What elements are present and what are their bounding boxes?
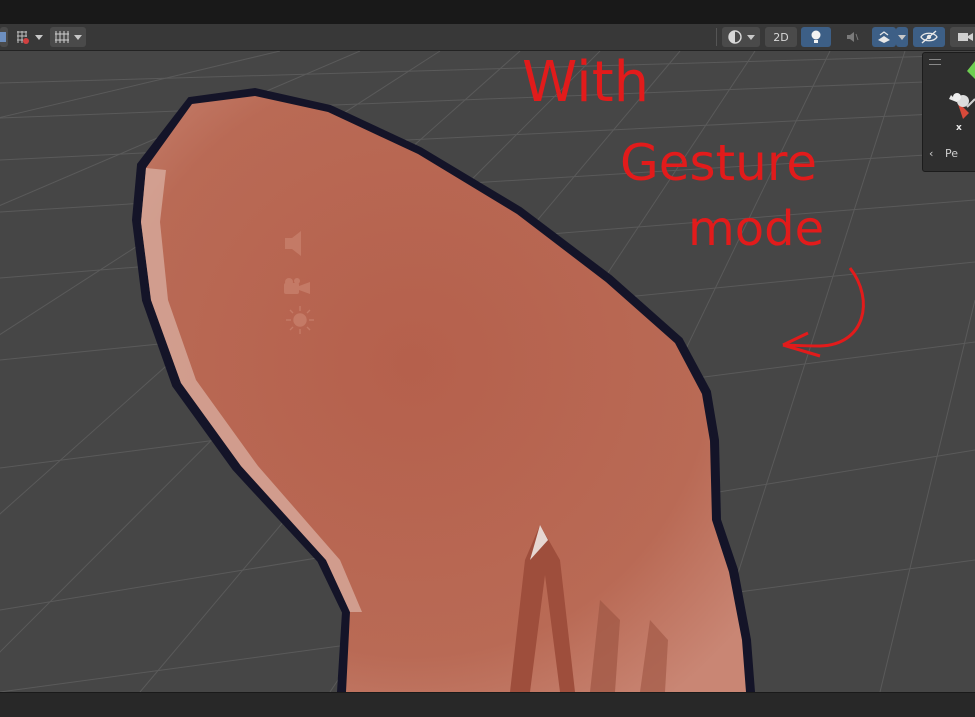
scene-effects-dropdown[interactable]	[896, 27, 908, 47]
grid-snap-icon	[17, 31, 29, 44]
annotation-arrow	[782, 267, 865, 358]
tool-move-button[interactable]	[0, 27, 8, 47]
annotation-line-2: Gesture	[620, 134, 817, 192]
view-2d-button[interactable]: 2D	[765, 27, 797, 47]
toolbar-separator	[716, 28, 717, 46]
hidden-objects-toggle[interactable]	[913, 27, 945, 47]
annotation-line-3: mode	[688, 201, 824, 257]
orientation-gizmo[interactable]: x ‹ Pe	[922, 52, 975, 172]
axis-gizmo-icon[interactable]	[923, 57, 975, 137]
editor-title-bar	[0, 0, 975, 25]
grid-snap-button[interactable]	[12, 27, 32, 47]
gizmo-axis-x-label: x	[956, 123, 962, 133]
annotation-line-1: With	[522, 51, 649, 115]
lighting-icon	[811, 30, 821, 43]
grid-icon	[55, 31, 69, 43]
scene-audio-button[interactable]	[837, 27, 867, 47]
camera-icon	[958, 33, 973, 41]
shading-mode-icon	[728, 30, 742, 44]
view-2d-label: 2D	[773, 30, 789, 44]
projection-chevron-icon[interactable]: ‹	[929, 147, 933, 160]
hidden-toggle-icon	[920, 30, 938, 44]
scene-camera-button[interactable]	[950, 27, 975, 47]
scene-lighting-button[interactable]	[801, 27, 831, 47]
grid-snap-dropdown[interactable]	[34, 27, 44, 47]
scene-viewport[interactable]: With Gesture mode	[0, 51, 975, 692]
tool-move-icon	[0, 32, 6, 42]
scene-toolbar: 2D	[0, 24, 975, 51]
handwritten-annotation: With Gesture mode	[522, 51, 865, 358]
status-bar	[0, 692, 975, 717]
scene-effects-button[interactable]	[872, 27, 896, 47]
effects-icon	[878, 31, 890, 43]
shading-mode-button[interactable]	[722, 27, 760, 47]
grid-visibility-button[interactable]	[50, 27, 86, 47]
projection-label[interactable]: Pe	[945, 147, 958, 160]
audio-icon	[847, 32, 859, 42]
